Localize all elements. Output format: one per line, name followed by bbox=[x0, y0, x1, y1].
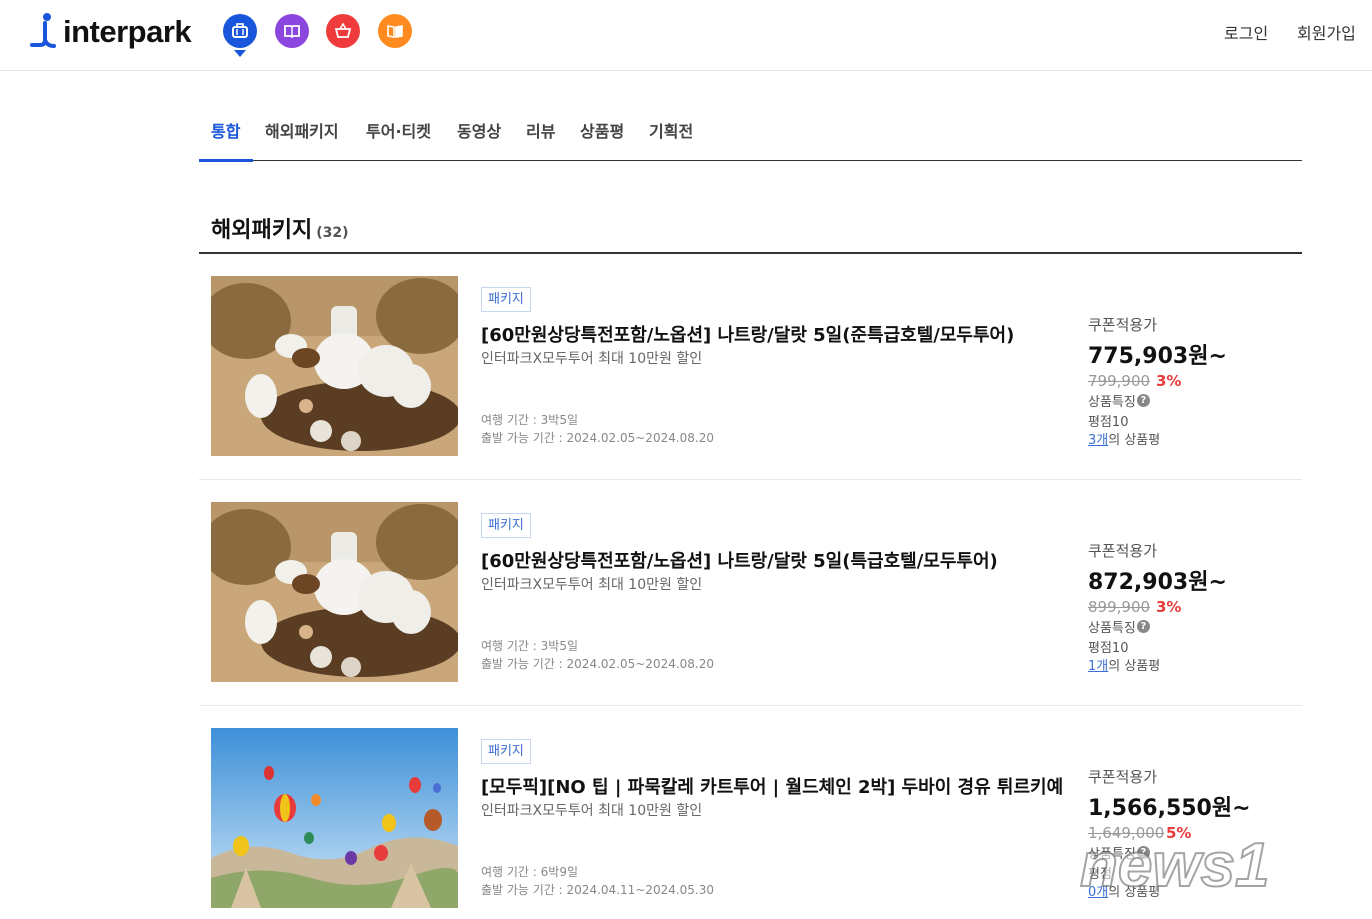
tab-product-review[interactable]: 상품평 bbox=[580, 118, 624, 142]
tab-overseas-package[interactable]: 해외패키지 bbox=[265, 118, 339, 142]
product-feature[interactable]: 상품특징? bbox=[1088, 617, 1150, 636]
coupon-price: 775,903원~ bbox=[1088, 344, 1227, 369]
product-rating: 평점10 bbox=[1088, 415, 1129, 430]
search-result-tabs: 통합 해외패키지 투어·티켓 동영상 리뷰 상품평 기획전 bbox=[199, 104, 1302, 162]
product-thumbnail-spa[interactable] bbox=[211, 502, 458, 682]
product-feature[interactable]: 상품특징? bbox=[1088, 391, 1150, 410]
suitcase-icon bbox=[232, 23, 248, 38]
open-book-icon bbox=[387, 25, 403, 38]
tab-all[interactable]: 통합 bbox=[211, 118, 240, 142]
ticket-service-button[interactable] bbox=[275, 14, 309, 48]
watermark-text: news1 bbox=[1080, 831, 1270, 900]
coupon-price-label: 쿠폰적용가 bbox=[1088, 768, 1158, 786]
section-count: (32) bbox=[316, 225, 349, 241]
departure-period: 출발 가능 기간 : 2024.02.05~2024.08.20 bbox=[481, 431, 715, 445]
login-link[interactable]: 로그인 bbox=[1224, 20, 1268, 44]
basket-icon bbox=[334, 22, 352, 38]
coupon-price: 872,903원~ bbox=[1088, 570, 1227, 595]
discount-rate: 3% bbox=[1156, 598, 1182, 616]
logo-text: interpark bbox=[63, 14, 192, 49]
original-price: 799,900 bbox=[1088, 372, 1151, 390]
tour-service-button[interactable] bbox=[223, 14, 257, 48]
spa-herbal-ball-image bbox=[211, 276, 458, 456]
coupon-price-label: 쿠폰적용가 bbox=[1088, 542, 1158, 560]
hot-air-balloon-image bbox=[211, 728, 458, 908]
runner-logo-icon bbox=[30, 13, 56, 48]
product-thumbnail-spa[interactable] bbox=[211, 276, 458, 456]
discount-rate: 3% bbox=[1156, 372, 1182, 390]
interpark-logo[interactable]: interpark bbox=[30, 10, 192, 54]
product-type-badge: 패키지 bbox=[481, 739, 531, 764]
product-type-badge: 패키지 bbox=[481, 513, 531, 538]
review-count-link[interactable]: 1개 bbox=[1088, 659, 1108, 674]
section-title: 해외패키지 (32) bbox=[211, 212, 348, 244]
tab-exhibition[interactable]: 기획전 bbox=[649, 118, 693, 142]
departure-period: 출발 가능 기간 : 2024.02.05~2024.08.20 bbox=[481, 657, 715, 671]
product-title[interactable]: [모두픽][NO 팁 | 파묵칼레 카트투어 | 월드체인 2박] 두바이 경유… bbox=[481, 773, 1066, 799]
travel-duration: 여행 기간 : 6박9일 bbox=[481, 865, 578, 879]
coupon-price-label: 쿠폰적용가 bbox=[1088, 316, 1158, 334]
help-icon[interactable]: ? bbox=[1136, 620, 1150, 633]
product-type-badge: 패키지 bbox=[481, 287, 531, 312]
book-icon bbox=[284, 25, 300, 39]
review-count: 3개의 상품평 bbox=[1088, 429, 1160, 448]
product-subtitle: 인터파크X모두투어 최대 10만원 할인 bbox=[481, 577, 703, 593]
active-tab-indicator bbox=[199, 159, 253, 162]
review-count-link[interactable]: 3개 bbox=[1088, 433, 1108, 448]
signup-link[interactable]: 회원가입 bbox=[1297, 20, 1356, 44]
product-title[interactable]: [60만원상당특전포함/노옵션] 나트랑/달랏 5일(특급호텔/모두투어) bbox=[481, 547, 1066, 573]
departure-period: 출발 가능 기간 : 2024.04.11~2024.05.30 bbox=[481, 883, 715, 897]
product-subtitle: 인터파크X모두투어 최대 10만원 할인 bbox=[481, 803, 703, 819]
product-subtitle: 인터파크X모두투어 최대 10만원 할인 bbox=[481, 351, 703, 367]
books-service-button[interactable] bbox=[378, 14, 412, 48]
product-rating: 평점10 bbox=[1088, 641, 1129, 656]
section-title-text: 해외패키지 bbox=[211, 218, 313, 243]
active-service-pointer bbox=[234, 50, 246, 57]
original-price: 899,900 bbox=[1088, 598, 1151, 616]
product-feature-label: 상품특징 bbox=[1088, 395, 1136, 410]
top-header: interpark 로그인 회원가입 bbox=[0, 0, 1372, 71]
tab-tour-ticket[interactable]: 투어·티켓 bbox=[366, 118, 431, 142]
product-title[interactable]: [60만원상당특전포함/노옵션] 나트랑/달랏 5일(준특급호텔/모두투어) bbox=[481, 321, 1066, 347]
review-suffix: 의 상품평 bbox=[1108, 433, 1161, 448]
review-count: 1개의 상품평 bbox=[1088, 655, 1160, 674]
review-suffix: 의 상품평 bbox=[1108, 659, 1161, 674]
spa-herbal-ball-image bbox=[211, 502, 458, 682]
product-thumbnail-cappadocia[interactable] bbox=[211, 728, 458, 908]
travel-duration: 여행 기간 : 3박5일 bbox=[481, 413, 578, 427]
travel-duration: 여행 기간 : 3박5일 bbox=[481, 639, 578, 653]
product-feature-label: 상품특징 bbox=[1088, 621, 1136, 636]
product-item[interactable]: 패키지 [60만원상당특전포함/노옵션] 나트랑/달랏 5일(준특급호텔/모두투… bbox=[199, 254, 1302, 480]
help-icon[interactable]: ? bbox=[1136, 394, 1150, 407]
product-item[interactable]: 패키지 [60만원상당특전포함/노옵션] 나트랑/달랏 5일(특급호텔/모두투어… bbox=[199, 480, 1302, 706]
news1-watermark: news1 bbox=[1079, 830, 1271, 901]
shopping-service-button[interactable] bbox=[326, 14, 360, 48]
tab-video[interactable]: 동영상 bbox=[457, 118, 501, 142]
tab-review[interactable]: 리뷰 bbox=[526, 118, 555, 142]
